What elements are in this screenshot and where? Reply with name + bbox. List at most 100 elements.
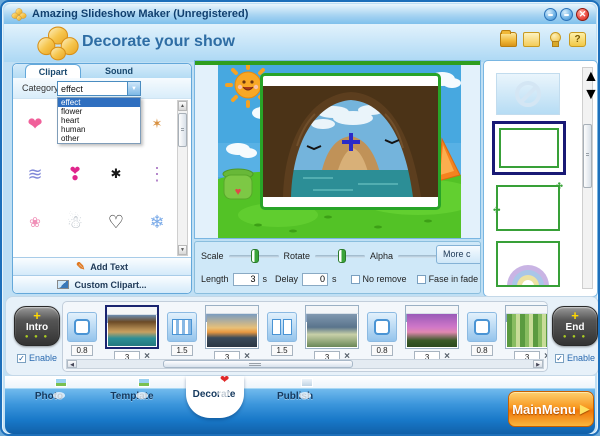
no-remove-checkbox[interactable]: No remove: [350, 274, 407, 284]
scroll-right-icon[interactable]: ▶: [533, 360, 543, 368]
frame-option-plain-green[interactable]: [492, 121, 566, 175]
option-human[interactable]: human: [58, 125, 140, 134]
scroll-up-icon[interactable]: ▲: [583, 68, 598, 85]
length-label: Length: [201, 274, 229, 284]
fade-checkbox[interactable]: Fase in fade out: [416, 274, 480, 284]
tab-decorate[interactable]: ❤ Decorate: [183, 375, 245, 401]
category-label: Category: [22, 83, 59, 93]
page-icon[interactable]: [523, 32, 540, 47]
slide-item[interactable]: 4 3 ×: [405, 305, 459, 363]
frame-option-rainbow[interactable]: [496, 241, 560, 287]
delay-input[interactable]: [302, 272, 329, 286]
slide-item[interactable]: 1 3 ×: [105, 305, 159, 363]
photo-frame[interactable]: [260, 73, 441, 210]
slide-thumbnail[interactable]: 5: [505, 305, 547, 349]
clipart-item[interactable]: ❣: [55, 152, 95, 196]
scrollbar-thumb[interactable]: [163, 360, 353, 368]
slide-item[interactable]: 5 3 ×: [505, 305, 547, 363]
main-menu-button[interactable]: MainMenu ▶: [508, 391, 594, 427]
maximize-button[interactable]: [560, 7, 573, 21]
option-flower[interactable]: flower: [58, 107, 140, 116]
checkbox-icon[interactable]: [350, 274, 360, 284]
transition-duration: 1.5: [271, 345, 293, 356]
slide-thumbnail[interactable]: 4: [405, 305, 459, 349]
transition-item[interactable]: 1.5: [167, 312, 197, 363]
slide-item[interactable]: 3 3 ×: [305, 305, 359, 363]
clipart-item[interactable]: ≋: [15, 152, 55, 196]
transition-duration: 0.8: [71, 345, 93, 356]
option-effect[interactable]: effect: [58, 98, 140, 107]
scale-slider-thumb[interactable]: [251, 248, 260, 263]
clipart-item[interactable]: ✧: [96, 246, 136, 257]
template-tab-label: Template: [110, 391, 154, 402]
add-text-button[interactable]: ✎ Add Text: [13, 257, 191, 275]
slide-thumbnail[interactable]: 1: [105, 305, 159, 349]
scrollbar-thumb[interactable]: [178, 113, 187, 147]
tab-sound[interactable]: Sound: [93, 64, 145, 78]
clover-logo-icon: [37, 26, 79, 61]
clipart-item[interactable]: ♡: [96, 200, 136, 244]
bulb-icon[interactable]: [546, 32, 563, 47]
timeline-panel: + Intro ● ● ● ✓ Enable 0.8 1: [5, 296, 598, 376]
rotate-slider[interactable]: [315, 248, 366, 263]
slide-thumbnail[interactable]: 2: [205, 305, 259, 349]
scroll-up-icon[interactable]: ▲: [178, 101, 187, 111]
frame-scrollbar[interactable]: ▲ ▼: [582, 67, 598, 289]
transition-item[interactable]: 0.8: [367, 312, 397, 363]
slide-thumbnail[interactable]: 3: [305, 305, 359, 349]
heart-clipart-icon: ❤: [27, 114, 43, 134]
rotate-slider-thumb[interactable]: [337, 248, 346, 263]
header: Decorate your show ?: [4, 24, 596, 62]
scroll-down-icon[interactable]: ▼: [178, 245, 187, 255]
tab-clipart[interactable]: Clipart: [25, 64, 81, 78]
intro-enable-checkbox[interactable]: ✓ Enable: [17, 353, 57, 363]
plus-icon: +: [33, 308, 41, 323]
transition-item[interactable]: 1.5: [267, 312, 297, 363]
checkbox-icon[interactable]: [416, 274, 426, 284]
end-button[interactable]: + End ● ● ●: [552, 306, 598, 346]
checkbox-checked-icon[interactable]: ✓: [17, 353, 26, 363]
category-dropdown[interactable]: effect ▼: [57, 81, 141, 96]
slide-item[interactable]: 2 3 ×: [205, 305, 259, 363]
clipart-item[interactable]: ✱: [96, 152, 136, 196]
chevron-down-icon[interactable]: ▼: [127, 82, 140, 95]
clipart-item[interactable]: ❄: [137, 200, 177, 244]
clipart-item[interactable]: ❤: [15, 102, 55, 146]
clipart-item[interactable]: ✦: [15, 246, 55, 257]
scroll-down-icon[interactable]: ▼: [583, 86, 598, 103]
title-bar: Amazing Slideshow Maker (Unregistered) ✕: [4, 4, 596, 24]
scrollbar-thumb[interactable]: [583, 124, 592, 188]
custom-clipart-button[interactable]: Custom Clipart...: [13, 275, 191, 293]
param-row: Length s Delay s No remove Fase in fade …: [201, 271, 480, 287]
transition-item[interactable]: 0.8: [467, 312, 497, 363]
frame-option-none[interactable]: [496, 73, 560, 115]
close-button[interactable]: ✕: [576, 7, 589, 21]
move-cursor-icon[interactable]: [341, 132, 360, 151]
clipart-item[interactable]: ☃: [55, 200, 95, 244]
clipart-item[interactable]: ⋮: [137, 152, 177, 196]
option-heart[interactable]: heart: [58, 116, 140, 125]
checkbox-checked-icon[interactable]: ✓: [555, 353, 564, 363]
option-other[interactable]: other: [58, 134, 140, 143]
timeline-scrollbar[interactable]: ◀ ▶: [66, 359, 544, 369]
delete-slide-icon[interactable]: ×: [544, 351, 547, 362]
clipart-item[interactable]: ✶: [137, 102, 177, 146]
end-enable-checkbox[interactable]: ✓ Enable: [555, 353, 595, 363]
scale-slider[interactable]: [228, 248, 279, 263]
scroll-left-icon[interactable]: ◀: [67, 360, 77, 368]
intro-button[interactable]: + Intro ● ● ●: [14, 306, 60, 346]
tab-photo[interactable]: Photo: [18, 378, 80, 402]
transition-item[interactable]: 0.8: [67, 312, 97, 363]
minimize-button[interactable]: [544, 7, 557, 21]
basket: ♥: [222, 168, 254, 200]
preview-area[interactable]: ♥: [194, 60, 481, 239]
more-config-button[interactable]: More c: [436, 245, 480, 264]
tab-publish[interactable]: Publish: [264, 378, 326, 402]
clipart-scrollbar[interactable]: ▲ ▼: [177, 100, 188, 256]
length-input[interactable]: [232, 272, 259, 286]
tab-template[interactable]: Template: [101, 378, 163, 402]
help-icon[interactable]: ?: [569, 32, 586, 47]
clipart-item[interactable]: ❀: [15, 200, 55, 244]
frame-option-clover[interactable]: ✤ ✤: [493, 181, 563, 231]
folder-icon[interactable]: [500, 30, 517, 47]
